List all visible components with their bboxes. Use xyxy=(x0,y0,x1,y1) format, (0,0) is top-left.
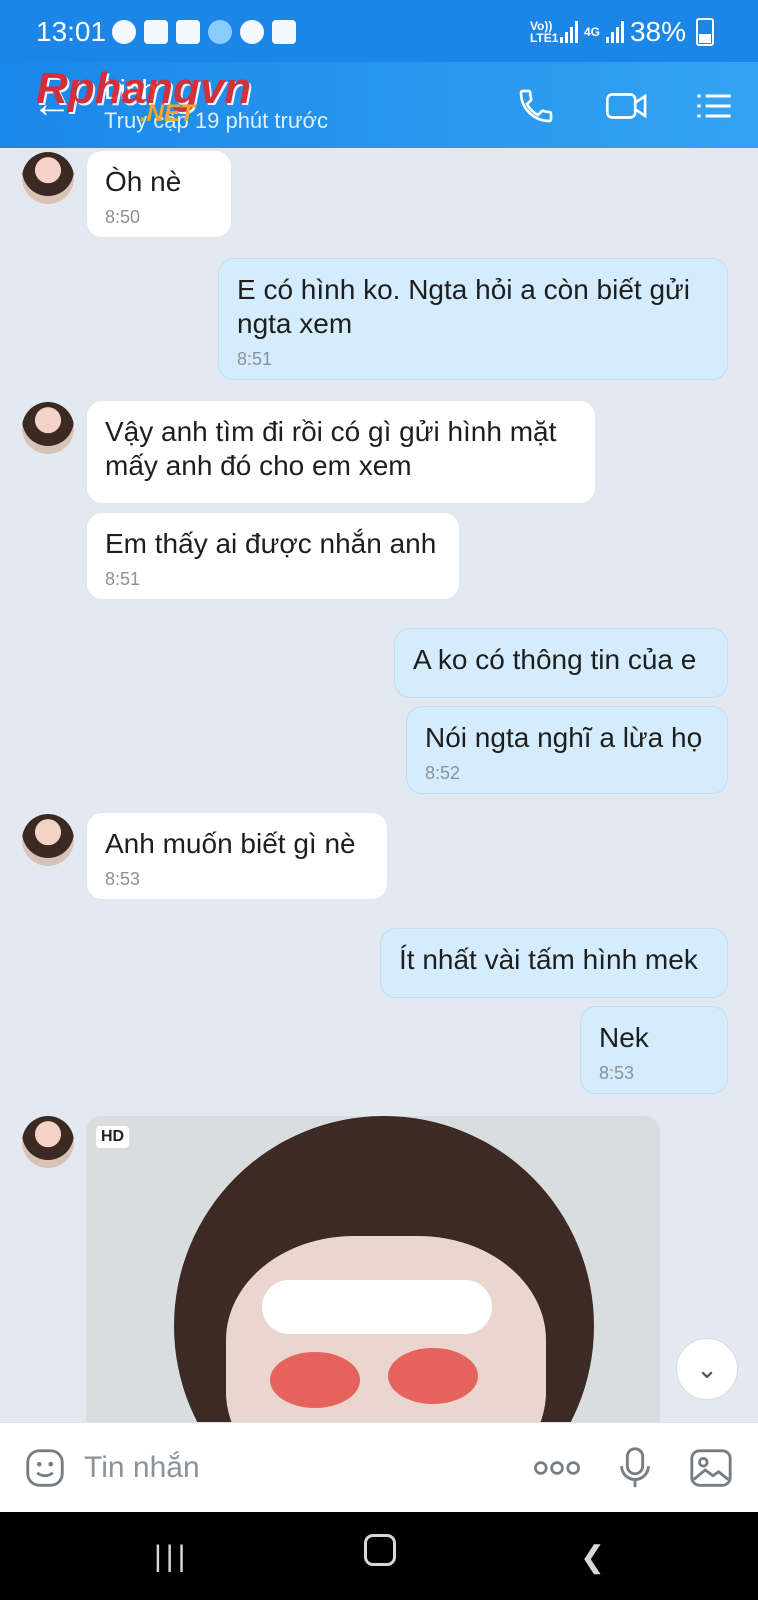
message-bubble[interactable]: Nói ngta nghĩ a lừa họ 8:52 xyxy=(406,706,728,794)
photo-glasses-right xyxy=(388,1348,478,1404)
message-time: 8:53 xyxy=(599,1063,635,1083)
hd-badge: HD xyxy=(96,1126,130,1148)
message-bubble[interactable]: Em thấy ai được nhắn anh 8:51 xyxy=(86,512,460,600)
message-time: 8:52 xyxy=(425,763,461,783)
menu-list-icon[interactable] xyxy=(694,86,734,126)
photo-message[interactable]: HD xyxy=(86,1116,660,1422)
status-right: Vo)) LTE1 4G 38% xyxy=(530,16,714,48)
video-call-icon[interactable] xyxy=(604,86,650,126)
home-icon[interactable] xyxy=(364,1534,396,1566)
battery-icon xyxy=(696,18,714,46)
message-text: Vậy anh tìm đi rồi có gì gửi hình mặt mấ… xyxy=(105,416,557,481)
avatar[interactable] xyxy=(22,152,74,204)
photo-glasses-left xyxy=(270,1352,360,1408)
app-p-icon xyxy=(208,20,232,44)
input-bar: Tin nhắn xyxy=(0,1422,758,1513)
message-text: Anh muốn biết gì nè xyxy=(105,828,356,859)
chat-area[interactable]: Òh nè 8:50 E có hình ko. Ngta hỏi a còn … xyxy=(0,148,758,1422)
message-bubble[interactable]: Vậy anh tìm đi rồi có gì gửi hình mặt mấ… xyxy=(86,400,596,504)
chevron-down-icon[interactable]: ⌄ xyxy=(676,1338,738,1400)
system-nav-bar: ||| ❮ xyxy=(0,1512,758,1600)
4g-label: 4G xyxy=(583,25,600,39)
message-time: 8:53 xyxy=(105,869,141,889)
signal-icon-2 xyxy=(605,21,624,43)
notification-icons xyxy=(112,20,296,44)
message-text: Ít nhất vài tấm hình mek xyxy=(399,944,698,975)
mic-icon[interactable] xyxy=(612,1445,658,1491)
message-time: 8:51 xyxy=(105,569,141,589)
status-time: 13:01 xyxy=(36,16,107,47)
avatar[interactable] xyxy=(22,1116,74,1168)
watermark-suffix: .NET xyxy=(140,100,195,127)
battery-percent: 38% xyxy=(629,16,686,47)
message-time: 8:51 xyxy=(237,349,273,369)
message-text: E có hình ko. Ngta hỏi a còn biết gửi ng… xyxy=(237,274,691,339)
messenger-icon xyxy=(112,20,136,44)
sync-icon xyxy=(240,20,264,44)
recent-apps-icon[interactable]: ||| xyxy=(154,1540,189,1574)
image-icon[interactable] xyxy=(688,1445,734,1491)
message-bubble[interactable]: Nek 8:53 xyxy=(580,1006,728,1094)
message-text: Nek xyxy=(599,1022,649,1053)
photo-blur-mask xyxy=(262,1280,492,1334)
message-text: Òh nè xyxy=(105,166,182,197)
sticker-icon[interactable] xyxy=(22,1445,68,1491)
checkbox-icon xyxy=(176,20,200,44)
avatar[interactable] xyxy=(22,402,74,454)
message-bubble[interactable]: E có hình ko. Ngta hỏi a còn biết gửi ng… xyxy=(218,258,728,380)
avatar[interactable] xyxy=(22,814,74,866)
gallery-icon xyxy=(272,20,296,44)
signal-icon xyxy=(559,21,578,43)
message-text: A ko có thông tin của e xyxy=(413,644,697,675)
more-icon[interactable] xyxy=(530,1445,584,1491)
message-bubble[interactable]: Ít nhất vài tấm hình mek xyxy=(380,928,728,998)
message-bubble[interactable]: Òh nè 8:50 xyxy=(86,150,232,238)
message-input[interactable]: Tin nhắn xyxy=(84,1451,200,1485)
message-bubble[interactable]: Anh muốn biết gì nè 8:53 xyxy=(86,812,388,900)
nav-back-icon[interactable]: ❮ xyxy=(580,1540,605,1575)
message-bubble[interactable]: A ko có thông tin của e xyxy=(394,628,728,698)
volte-label: Vo)) LTE1 xyxy=(529,19,559,45)
phone-icon[interactable] xyxy=(516,86,556,126)
status-bar: 13:01 Vo)) LTE1 4G 38% xyxy=(0,0,758,62)
message-text: Em thấy ai được nhắn anh xyxy=(105,528,437,559)
cleaner-icon xyxy=(144,20,168,44)
message-text: Nói ngta nghĩ a lừa họ xyxy=(425,722,703,753)
message-time: 8:50 xyxy=(105,207,141,227)
